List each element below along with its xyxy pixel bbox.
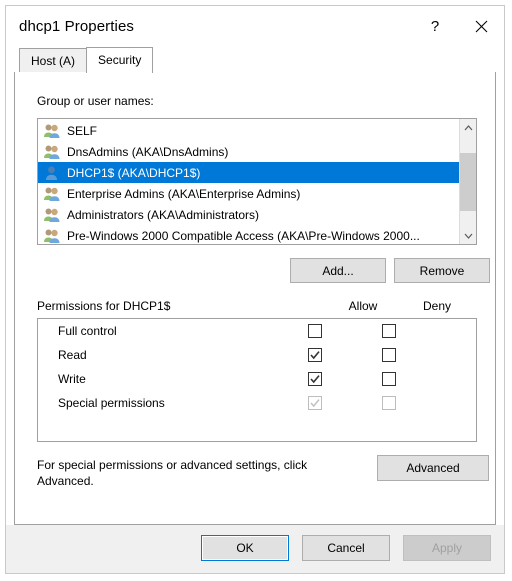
group-icon xyxy=(43,228,61,244)
ok-button[interactable]: OK xyxy=(201,535,289,561)
permission-label: Write xyxy=(58,372,86,386)
permission-label: Special permissions xyxy=(58,396,165,410)
close-icon xyxy=(475,20,488,33)
list-item-label: Administrators (AKA\Administrators) xyxy=(67,207,260,222)
allow-checkbox-write[interactable] xyxy=(308,372,322,386)
permissions-list: Full control Read Write Special permissi… xyxy=(37,318,477,442)
advanced-button[interactable]: Advanced xyxy=(377,455,489,481)
group-icon xyxy=(43,186,61,202)
list-item[interactable]: Pre-Windows 2000 Compatible Access (AKA\… xyxy=(38,225,459,244)
dialog-footer: OK Cancel Apply xyxy=(6,525,504,573)
close-button[interactable] xyxy=(458,6,504,47)
remove-button[interactable]: Remove xyxy=(394,258,490,283)
permission-label: Full control xyxy=(58,324,117,338)
list-item-label: SELF xyxy=(67,123,98,138)
permission-row: Special permissions xyxy=(38,391,476,415)
allow-checkbox-full-control[interactable] xyxy=(308,324,322,338)
advanced-hint-text: For special permissions or advanced sett… xyxy=(37,458,308,488)
cancel-button[interactable]: Cancel xyxy=(302,535,390,561)
chevron-down-icon[interactable] xyxy=(460,227,476,244)
permission-label: Read xyxy=(58,348,87,362)
apply-button: Apply xyxy=(403,535,491,561)
question-mark-icon: ? xyxy=(430,18,440,35)
scrollbar-thumb[interactable] xyxy=(460,153,476,211)
group-or-user-names-list[interactable]: SELF DnsAdmins (AKA\DnsAdmins) DHCP1$ (A… xyxy=(37,118,477,245)
group-icon xyxy=(43,123,61,139)
list-item-label: Pre-Windows 2000 Compatible Access (AKA\… xyxy=(67,228,420,243)
list-item-label: DHCP1$ (AKA\DHCP1$) xyxy=(67,165,201,180)
user-icon xyxy=(43,165,61,181)
permissions-title: Permissions for DHCP1$ xyxy=(37,299,171,313)
list-scrollbar[interactable] xyxy=(459,119,476,244)
tab-security[interactable]: Security xyxy=(86,47,154,73)
window-controls: ? xyxy=(412,6,504,47)
list-item-label: Enterprise Admins (AKA\Enterprise Admins… xyxy=(67,186,301,201)
list-item-selected[interactable]: DHCP1$ (AKA\DHCP1$) xyxy=(38,162,459,183)
allow-column-header: Allow xyxy=(348,299,378,313)
properties-dialog: dhcp1 Properties ? Host (A) Security Gro… xyxy=(5,5,505,574)
user-list-rows: SELF DnsAdmins (AKA\DnsAdmins) DHCP1$ (A… xyxy=(38,119,459,244)
list-item[interactable]: SELF xyxy=(38,120,459,141)
deny-checkbox-write[interactable] xyxy=(382,372,396,386)
permission-row: Read xyxy=(38,343,476,367)
list-item[interactable]: DnsAdmins (AKA\DnsAdmins) xyxy=(38,141,459,162)
window-title: dhcp1 Properties xyxy=(19,18,135,35)
group-or-user-names-label: Group or user names: xyxy=(37,94,154,108)
list-item-label: DnsAdmins (AKA\DnsAdmins) xyxy=(67,144,229,159)
add-button[interactable]: Add... xyxy=(290,258,386,283)
title-bar: dhcp1 Properties ? xyxy=(6,6,504,47)
deny-column-header: Deny xyxy=(422,299,451,313)
security-tab-panel: Group or user names: SELF DnsAdmins (AKA… xyxy=(14,71,496,525)
allow-checkbox-read[interactable] xyxy=(308,348,322,362)
chevron-up-icon[interactable] xyxy=(460,119,476,136)
tab-strip: Host (A) Security xyxy=(6,47,504,73)
deny-checkbox-special-permissions xyxy=(382,396,396,410)
allow-checkbox-special-permissions xyxy=(308,396,322,410)
list-item[interactable]: Enterprise Admins (AKA\Enterprise Admins… xyxy=(38,183,459,204)
tab-host-a[interactable]: Host (A) xyxy=(19,48,88,72)
permission-row: Write xyxy=(38,367,476,391)
deny-checkbox-read[interactable] xyxy=(382,348,396,362)
permission-row: Full control xyxy=(38,319,476,343)
group-icon xyxy=(43,207,61,223)
list-item[interactable]: Administrators (AKA\Administrators) xyxy=(38,204,459,225)
help-button[interactable]: ? xyxy=(412,6,458,47)
deny-checkbox-full-control[interactable] xyxy=(382,324,396,338)
group-icon xyxy=(43,144,61,160)
